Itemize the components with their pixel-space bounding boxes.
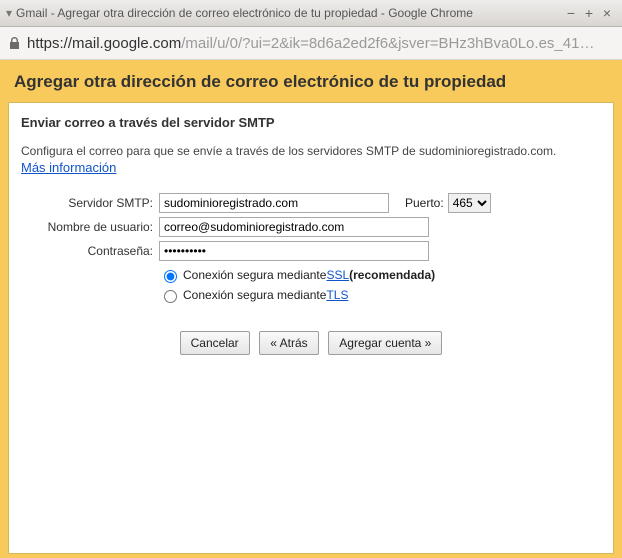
url-host: https://mail.google.com [27, 35, 181, 52]
ssl-text-prefix: Conexión segura mediante [183, 268, 326, 282]
button-row: Cancelar « Atrás Agregar cuenta » [21, 331, 601, 355]
password-input[interactable] [159, 241, 429, 261]
panel-heading: Enviar correo a través del servidor SMTP [21, 115, 601, 130]
app-menu-icon[interactable]: ▾ [6, 6, 12, 20]
password-label: Contraseña: [21, 244, 153, 258]
form-panel: Enviar correo a través del servidor SMTP… [8, 102, 614, 554]
window-titlebar: ▾ Gmail - Agregar otra dirección de corr… [0, 0, 622, 27]
row-username: Nombre de usuario: [21, 217, 601, 237]
maximize-button[interactable]: + [580, 6, 598, 20]
more-info-link[interactable]: Más información [21, 160, 116, 175]
window-frame: ▾ Gmail - Agregar otra dirección de corr… [0, 0, 622, 556]
port-select[interactable]: 465 [448, 193, 491, 213]
row-smtp: Servidor SMTP: Puerto: 465 [21, 193, 601, 213]
port-label: Puerto: [405, 196, 444, 210]
page-body: Agregar otra dirección de correo electró… [0, 60, 622, 558]
close-button[interactable]: × [598, 6, 616, 20]
url-path: /mail/u/0/?ui=2&ik=8d6a2ed2f6&jsver=BHz3… [181, 35, 594, 52]
ssl-radio[interactable] [164, 270, 177, 283]
smtp-input[interactable] [159, 193, 389, 213]
lock-icon [8, 36, 21, 50]
username-input[interactable] [159, 217, 429, 237]
row-tls: Conexión segura mediante TLS [159, 287, 601, 303]
cancel-button[interactable]: Cancelar [180, 331, 250, 355]
row-password: Contraseña: [21, 241, 601, 261]
row-ssl: Conexión segura mediante SSL (recomendad… [159, 267, 601, 283]
tls-link[interactable]: TLS [326, 288, 348, 302]
add-account-button[interactable]: Agregar cuenta » [328, 331, 442, 355]
minimize-button[interactable]: − [562, 6, 580, 20]
help-text: Configura el correo para que se envíe a … [21, 144, 601, 158]
ssl-recommended: (recomendada) [349, 268, 435, 282]
tls-radio[interactable] [164, 290, 177, 303]
address-bar[interactable]: https://mail.google.com /mail/u/0/?ui=2&… [0, 27, 622, 60]
back-button[interactable]: « Atrás [259, 331, 318, 355]
ssl-link[interactable]: SSL [326, 268, 349, 282]
window-title: Gmail - Agregar otra dirección de correo… [16, 6, 562, 20]
smtp-label: Servidor SMTP: [21, 196, 153, 210]
tls-text-prefix: Conexión segura mediante [183, 288, 326, 302]
page-title: Agregar otra dirección de correo electró… [0, 60, 622, 102]
username-label: Nombre de usuario: [21, 220, 153, 234]
